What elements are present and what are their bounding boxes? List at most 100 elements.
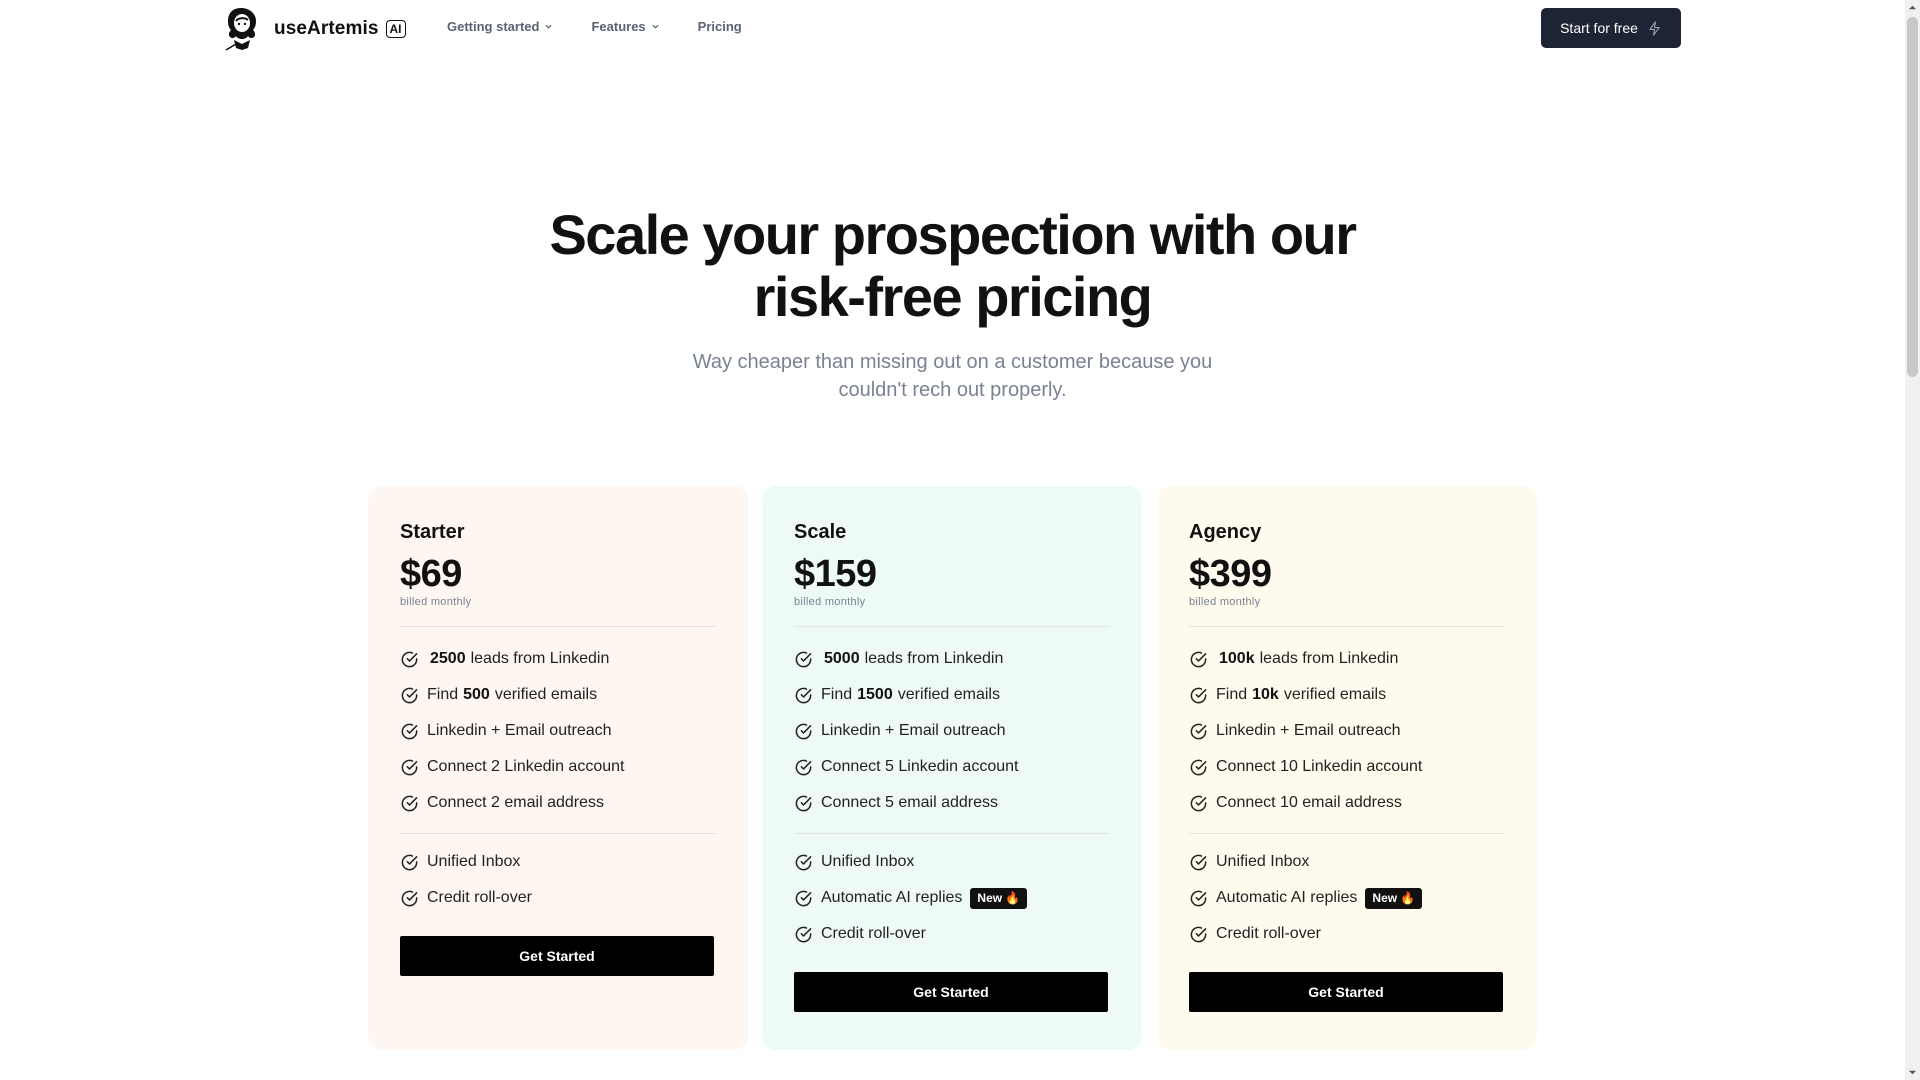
divider: [400, 833, 716, 834]
feature-unified-inbox: Unified Inbox: [794, 844, 1110, 880]
linkedin-accounts-label: Connect 10 Linkedin account: [1216, 758, 1423, 775]
check-circle-icon: [401, 651, 418, 667]
check-circle-icon: [1190, 723, 1207, 739]
check-circle-icon: [795, 651, 812, 667]
feature-outreach: Linkedin + Email outreach: [1189, 713, 1505, 749]
nav-features[interactable]: Features: [591, 19, 659, 34]
plan-name: Starter: [400, 521, 465, 543]
feature-linkedin-accounts: Connect 5 Linkedin account: [794, 749, 1110, 785]
page-scrollbar[interactable]: [1905, 0, 1920, 1080]
scroll-down-arrow-icon[interactable]: [1908, 1068, 1917, 1077]
check-circle-icon: [1190, 926, 1207, 942]
emails-label: verified emails: [1283, 686, 1387, 703]
check-circle-icon: [1190, 854, 1207, 870]
outreach-label: Linkedin + Email outreach: [1216, 722, 1401, 739]
billing-period: billed monthly: [1189, 596, 1261, 608]
email-addresses-label: Connect 2 email address: [427, 794, 604, 811]
get-started-button-starter[interactable]: Get Started: [400, 936, 714, 976]
nav-getting-started-label: Getting started: [447, 19, 540, 34]
divider: [400, 626, 716, 627]
check-circle-icon: [1190, 890, 1207, 906]
feature-leads: 2500 leads from Linkedin: [400, 641, 716, 677]
check-circle-icon: [795, 687, 812, 703]
check-circle-icon: [795, 723, 812, 739]
billing-period: billed monthly: [400, 596, 472, 608]
email-addresses-label: Connect 5 email address: [821, 794, 998, 811]
hero-title-line-1: Scale your prospection with our: [549, 203, 1357, 266]
billing-period: billed monthly: [794, 596, 866, 608]
credit-rollover-label: Credit roll-over: [427, 889, 532, 906]
feature-outreach: Linkedin + Email outreach: [400, 713, 716, 749]
emails-prefix: Find: [427, 686, 459, 703]
lightning-icon: [1649, 20, 1660, 36]
nav-getting-started[interactable]: Getting started: [447, 19, 553, 34]
pricing-card-agency: Agency $399 billed monthly 100k leads fr…: [1157, 486, 1537, 1050]
feature-unified-inbox: Unified Inbox: [1189, 844, 1505, 880]
ai-badge: AI: [385, 20, 406, 38]
feature-email-addresses: Connect 10 email address: [1189, 785, 1505, 821]
plan-price: $399: [1189, 553, 1272, 595]
hero-title: Scale your prospection with our risk-fre…: [0, 204, 1905, 328]
check-circle-icon: [795, 926, 812, 942]
divider: [1189, 626, 1505, 627]
feature-emails: Find 500 verified emails: [400, 677, 716, 713]
linkedin-accounts-label: Connect 5 Linkedin account: [821, 758, 1019, 775]
nav-pricing[interactable]: Pricing: [698, 19, 742, 34]
outreach-label: Linkedin + Email outreach: [427, 722, 612, 739]
feature-emails: Find 10k verified emails: [1189, 677, 1505, 713]
check-circle-icon: [401, 759, 418, 775]
start-for-free-label: Start for free: [1560, 20, 1638, 36]
feature-email-addresses: Connect 2 email address: [400, 785, 716, 821]
leads-count: 5000: [824, 650, 860, 667]
email-addresses-label: Connect 10 email address: [1216, 794, 1402, 811]
unified-inbox-label: Unified Inbox: [1216, 853, 1310, 870]
start-for-free-button[interactable]: Start for free: [1541, 8, 1681, 48]
check-circle-icon: [1190, 687, 1207, 703]
leads-count: 2500: [430, 650, 466, 667]
feature-emails: Find 1500 verified emails: [794, 677, 1110, 713]
plan-price: $159: [794, 553, 877, 595]
nav-pricing-label: Pricing: [697, 19, 742, 34]
unified-inbox-label: Unified Inbox: [821, 853, 915, 870]
feature-outreach: Linkedin + Email outreach: [794, 713, 1110, 749]
artemis-logo-icon: [225, 8, 256, 51]
leads-label: leads from Linkedin: [1259, 650, 1399, 667]
emails-count: 10k: [1252, 686, 1279, 703]
feature-ai-replies: Automatic AI replies New 🔥: [1189, 880, 1505, 916]
check-circle-icon: [401, 723, 418, 739]
divider: [794, 833, 1110, 834]
emails-count: 500: [463, 686, 490, 703]
brand-logo[interactable]: useArtemis AI: [222, 6, 406, 52]
check-circle-icon: [401, 854, 418, 870]
check-circle-icon: [795, 890, 812, 906]
plan-name: Scale: [794, 521, 847, 543]
pricing-card-scale: Scale $159 billed monthly 5000 leads fro…: [762, 486, 1142, 1050]
hero-title-line-2: risk-free pricing: [753, 265, 1153, 328]
linkedin-accounts-label: Connect 2 Linkedin account: [427, 758, 625, 775]
feature-leads: 100k leads from Linkedin: [1189, 641, 1505, 677]
check-circle-icon: [401, 890, 418, 906]
get-started-button-agency[interactable]: Get Started: [1189, 972, 1503, 1012]
chevron-down-icon: [545, 24, 553, 29]
emails-prefix: Find: [1216, 686, 1248, 703]
check-circle-icon: [795, 854, 812, 870]
emails-count: 1500: [857, 686, 893, 703]
ai-replies-label: Automatic AI replies: [821, 889, 963, 906]
feature-email-addresses: Connect 5 email address: [794, 785, 1110, 821]
check-circle-icon: [1190, 759, 1207, 775]
scrollbar-thumb[interactable]: [1907, 17, 1918, 377]
scroll-up-arrow-icon[interactable]: [1908, 3, 1917, 12]
main-nav: Getting started Features Pricing: [447, 19, 742, 34]
divider: [794, 626, 1110, 627]
feature-linkedin-accounts: Connect 2 Linkedin account: [400, 749, 716, 785]
feature-unified-inbox: Unified Inbox: [400, 844, 716, 880]
get-started-button-scale[interactable]: Get Started: [794, 972, 1108, 1012]
check-circle-icon: [1190, 651, 1207, 667]
leads-label: leads from Linkedin: [864, 650, 1004, 667]
emails-label: verified emails: [897, 686, 1000, 703]
nav-features-label: Features: [591, 19, 646, 34]
chevron-down-icon: [652, 24, 659, 29]
site-header: useArtemis AI Getting started Features P…: [0, 0, 1905, 56]
emails-label: verified emails: [494, 686, 598, 703]
hero-subtitle: Way cheaper than missing out on a custom…: [0, 348, 1905, 404]
